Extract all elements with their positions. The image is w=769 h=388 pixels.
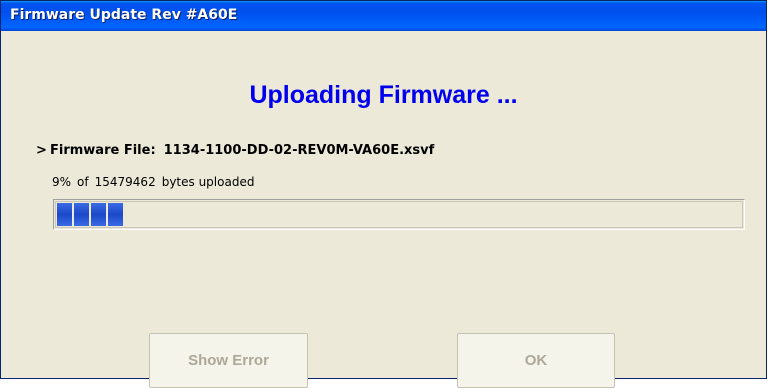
total-bytes: 15479462 (94, 175, 156, 189)
upload-progress-bar (53, 199, 745, 230)
title-bar[interactable]: Firmware Update Rev #A60E (1, 1, 766, 31)
progress-suffix: bytes uploaded (161, 175, 255, 189)
progress-of-text: of (77, 175, 89, 189)
progress-percent: 9% (52, 175, 72, 189)
upload-heading: Uploading Firmware ... (249, 81, 518, 109)
chevron-right-icon: > (36, 143, 47, 158)
progress-chunk (91, 203, 106, 226)
progress-fill (57, 203, 123, 226)
window-title: Firmware Update Rev #A60E (10, 7, 238, 23)
firmware-file-label: Firmware File: (50, 143, 156, 158)
ok-button[interactable]: OK (457, 333, 615, 388)
show-error-button[interactable]: Show Error (149, 333, 308, 388)
firmware-file-line: > Firmware File: 1134-1100-DD-02-REV0M-VA6… (36, 143, 434, 158)
progress-chunk (108, 203, 123, 226)
dialog-body: Uploading Firmware ... > Firmware File: 11… (6, 31, 761, 388)
progress-chunk (57, 203, 72, 226)
upload-status: 9% of 15479462 bytes uploaded (52, 175, 254, 189)
firmware-update-window: Firmware Update Rev #A60E Uploading Firm… (0, 0, 767, 388)
firmware-file-name: 1134-1100-DD-02-REV0M-VA60E.xsvf (163, 143, 435, 158)
progress-chunk (74, 203, 89, 226)
